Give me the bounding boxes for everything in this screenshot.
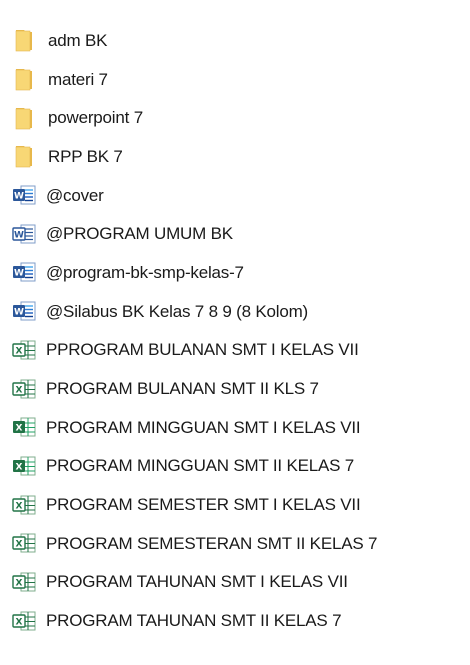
folder-item[interactable]: powerpoint 7 <box>0 98 470 137</box>
file-name-label: PROGRAM BULANAN SMT II KLS 7 <box>46 379 319 399</box>
excel-legacy-document-icon: X <box>10 607 38 635</box>
file-name-label: @program-bk-smp-kelas-7 <box>46 262 244 282</box>
file-item[interactable]: X PROGRAM BULANAN SMT II KLS 7 <box>0 369 470 408</box>
svg-text:W: W <box>14 230 24 240</box>
file-item[interactable]: X PPROGRAM BULANAN SMT I KELAS VII <box>0 331 470 370</box>
folder-icon <box>10 65 38 93</box>
svg-text:X: X <box>16 424 23 434</box>
file-item[interactable]: W @Silabus BK Kelas 7 8 9 (8 Kolom) <box>0 292 470 331</box>
file-name-label: PROGRAM TAHUNAN SMT II KELAS 7 <box>46 611 342 631</box>
file-name-label: @PROGRAM UMUM BK <box>46 224 233 244</box>
folder-icon <box>10 26 38 54</box>
svg-text:W: W <box>14 308 24 318</box>
svg-text:X: X <box>16 501 23 511</box>
file-name-label: PROGRAM TAHUNAN SMT I KELAS VII <box>46 572 348 592</box>
folder-icon <box>10 142 38 170</box>
file-name-label: PROGRAM SEMESTERAN SMT II KELAS 7 <box>46 533 378 553</box>
excel-legacy-document-icon: X <box>10 375 38 403</box>
excel-legacy-document-icon: X <box>10 529 38 557</box>
svg-text:X: X <box>16 462 23 472</box>
word-document-icon: W <box>10 297 38 325</box>
svg-text:X: X <box>16 346 23 356</box>
folder-item[interactable]: RPP BK 7 <box>0 137 470 176</box>
folder-item[interactable]: materi 7 <box>0 60 470 99</box>
file-item[interactable]: X PROGRAM MINGGUAN SMT I KELAS VII <box>0 408 470 447</box>
file-item[interactable]: W @cover <box>0 176 470 215</box>
file-item[interactable]: X PROGRAM TAHUNAN SMT I KELAS VII <box>0 563 470 602</box>
excel-document-icon: X <box>10 413 38 441</box>
svg-text:W: W <box>14 269 24 279</box>
file-item[interactable]: X PROGRAM TAHUNAN SMT II KELAS 7 <box>0 601 470 640</box>
file-name-label: adm BK <box>48 30 108 50</box>
word-document-icon: W <box>10 258 38 286</box>
word-legacy-document-icon: W <box>10 220 38 248</box>
svg-text:X: X <box>16 578 23 588</box>
file-name-label: RPP BK 7 <box>48 146 123 166</box>
file-name-label: @cover <box>46 185 104 205</box>
svg-text:X: X <box>16 540 23 550</box>
file-name-label: PROGRAM MINGGUAN SMT I KELAS VII <box>46 417 361 437</box>
word-document-icon: W <box>10 181 38 209</box>
excel-legacy-document-icon: X <box>10 491 38 519</box>
file-name-label: @Silabus BK Kelas 7 8 9 (8 Kolom) <box>46 301 309 321</box>
file-item[interactable]: X PROGRAM SEMESTER SMT I KELAS VII <box>0 485 470 524</box>
svg-text:X: X <box>16 385 23 395</box>
file-item[interactable]: W @PROGRAM UMUM BK <box>0 214 470 253</box>
file-list: adm BK materi 7 powerpoint 7 RPP BK 7 W … <box>0 0 470 640</box>
svg-text:X: X <box>16 617 23 627</box>
excel-legacy-document-icon: X <box>10 568 38 596</box>
file-item[interactable]: X PROGRAM MINGGUAN SMT II KELAS 7 <box>0 447 470 486</box>
folder-icon <box>10 104 38 132</box>
file-item[interactable]: X PROGRAM SEMESTERAN SMT II KELAS 7 <box>0 524 470 563</box>
file-name-label: powerpoint 7 <box>48 108 143 128</box>
folder-item[interactable]: adm BK <box>0 21 470 60</box>
excel-legacy-document-icon: X <box>10 336 38 364</box>
file-name-label: PPROGRAM BULANAN SMT I KELAS VII <box>46 340 359 360</box>
excel-document-icon: X <box>10 452 38 480</box>
svg-text:W: W <box>14 192 24 202</box>
file-item[interactable]: W @program-bk-smp-kelas-7 <box>0 253 470 292</box>
file-name-label: materi 7 <box>48 69 108 89</box>
file-name-label: PROGRAM MINGGUAN SMT II KELAS 7 <box>46 456 355 476</box>
file-name-label: PROGRAM SEMESTER SMT I KELAS VII <box>46 495 361 515</box>
